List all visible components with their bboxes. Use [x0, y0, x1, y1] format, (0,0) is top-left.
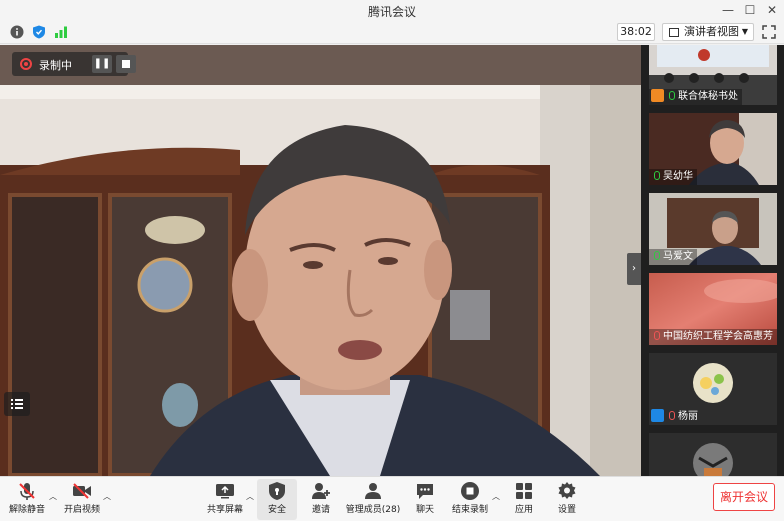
- participant-name: 中国纺织工程学会高惠芳: [663, 331, 773, 342]
- screen-share-icon: [216, 484, 234, 499]
- meeting-info-bar: 38:02 演讲者视图 ▼: [0, 20, 784, 44]
- shield-icon[interactable]: [32, 25, 46, 39]
- add-user-icon: [312, 483, 330, 499]
- participant-name-label: 马爱文: [649, 249, 697, 265]
- participant-tile[interactable]: 马爱文: [649, 193, 777, 265]
- speaker-video-frame: [0, 45, 641, 476]
- window-title: 腾讯会议: [367, 5, 416, 19]
- stop-recording-button[interactable]: [116, 55, 136, 73]
- manage-members-label: 管理成员(28): [345, 505, 401, 515]
- maximize-button[interactable]: ☐: [742, 2, 758, 18]
- share-screen-label: 共享屏幕: [206, 505, 243, 515]
- collapse-panel-button[interactable]: ›: [627, 253, 641, 285]
- chat-button[interactable]: 聊天: [407, 479, 443, 520]
- main-speaker-video: [0, 45, 641, 476]
- gear-icon: [558, 482, 576, 499]
- cohost-badge-icon: [651, 408, 664, 422]
- shield-icon: [269, 482, 285, 500]
- apps-button[interactable]: 应用: [506, 479, 542, 520]
- pause-recording-button[interactable]: ❚❚: [92, 55, 112, 73]
- microphone-on-icon: [654, 250, 660, 260]
- chevron-down-icon: ▼: [741, 27, 748, 36]
- participant-name: 吴幼华: [663, 171, 693, 182]
- invite-label: 邀请: [311, 505, 330, 515]
- recording-indicator: 录制中 ❚❚: [12, 52, 136, 76]
- recording-icon: [20, 58, 32, 70]
- participant-name: 联合体秘书处: [678, 91, 738, 102]
- title-bar: 腾讯会议 — ☐ ✕: [0, 0, 784, 20]
- participant-name-label: 杨丽: [649, 408, 702, 425]
- microphone-on-icon: [654, 170, 660, 180]
- list-icon: [11, 399, 23, 409]
- microphone-muted-icon: [654, 330, 660, 340]
- apps-grid-icon: [516, 483, 532, 499]
- end-recording-label: 结束录制: [451, 505, 488, 515]
- apps-label: 应用: [514, 505, 533, 515]
- share-options-chevron-icon[interactable]: ︿: [246, 491, 254, 502]
- view-mode-select[interactable]: 演讲者视图 ▼: [662, 23, 754, 41]
- host-badge-icon: [651, 88, 664, 102]
- microphone-on-icon: [669, 90, 675, 100]
- minimize-button[interactable]: —: [720, 2, 736, 18]
- unmute-label: 解除静音: [8, 505, 45, 515]
- close-button[interactable]: ✕: [764, 2, 780, 18]
- participant-tile[interactable]: 联合体秘书处: [649, 45, 777, 105]
- start-video-button[interactable]: 开启视频: [62, 479, 102, 520]
- manage-members-button[interactable]: 管理成员(28): [344, 479, 402, 520]
- settings-button[interactable]: 设置: [549, 479, 585, 520]
- unmute-button[interactable]: 解除静音: [8, 479, 46, 520]
- participant-name: 杨丽: [678, 411, 698, 422]
- stop-recording-icon: [461, 482, 479, 500]
- members-icon: [365, 483, 381, 499]
- video-options-chevron-icon[interactable]: ︿: [103, 491, 111, 502]
- chat-label: 聊天: [415, 505, 434, 515]
- view-mode-label: 演讲者视图: [684, 25, 739, 38]
- participant-video-panel: 联合体秘书处 吴幼华 马爱文 中国纺织工程学会高惠芳 杨丽: [641, 45, 784, 476]
- signal-strength-icon[interactable]: [54, 25, 68, 39]
- participant-tile[interactable]: 吴幼华: [649, 113, 777, 185]
- participant-name-label: 中国纺织工程学会高惠芳: [649, 329, 777, 345]
- participant-tile[interactable]: [649, 433, 777, 476]
- settings-label: 设置: [557, 505, 576, 515]
- security-label: 安全: [267, 505, 286, 515]
- participant-tile[interactable]: 中国纺织工程学会高惠芳: [649, 273, 777, 345]
- start-video-label: 开启视频: [63, 505, 100, 515]
- participant-avatar: [693, 443, 733, 476]
- meeting-timer: 38:02: [617, 23, 655, 41]
- camera-off-icon: [73, 483, 91, 499]
- participant-tile[interactable]: 杨丽: [649, 353, 777, 425]
- info-icon[interactable]: [10, 25, 24, 39]
- participant-name-label: 吴幼华: [649, 169, 697, 185]
- chat-icon: [417, 484, 433, 499]
- microphone-muted-icon: [19, 483, 35, 500]
- recording-options-chevron-icon[interactable]: ︿: [492, 491, 500, 502]
- fullscreen-icon[interactable]: [762, 25, 776, 39]
- participant-name: 马爱文: [663, 251, 693, 262]
- invite-button[interactable]: 邀请: [303, 479, 339, 520]
- security-button[interactable]: 安全: [257, 479, 297, 520]
- participant-avatar: [693, 363, 733, 403]
- microphone-muted-icon: [669, 410, 675, 420]
- end-recording-button[interactable]: 结束录制: [448, 479, 492, 520]
- speaker-view-icon: [669, 28, 679, 37]
- recording-label: 录制中: [39, 59, 72, 72]
- meeting-toolbar: 解除静音 ︿ 开启视频 ︿ 共享屏幕 ︿ 安全 邀请 管理成员(28) 聊天 结…: [0, 476, 784, 521]
- leave-meeting-button[interactable]: 离开会议: [713, 483, 775, 511]
- audio-options-chevron-icon[interactable]: ︿: [49, 491, 57, 502]
- share-screen-button[interactable]: 共享屏幕: [204, 479, 246, 520]
- member-list-toggle-button[interactable]: [4, 392, 30, 416]
- participant-name-label: 联合体秘书处: [649, 88, 742, 105]
